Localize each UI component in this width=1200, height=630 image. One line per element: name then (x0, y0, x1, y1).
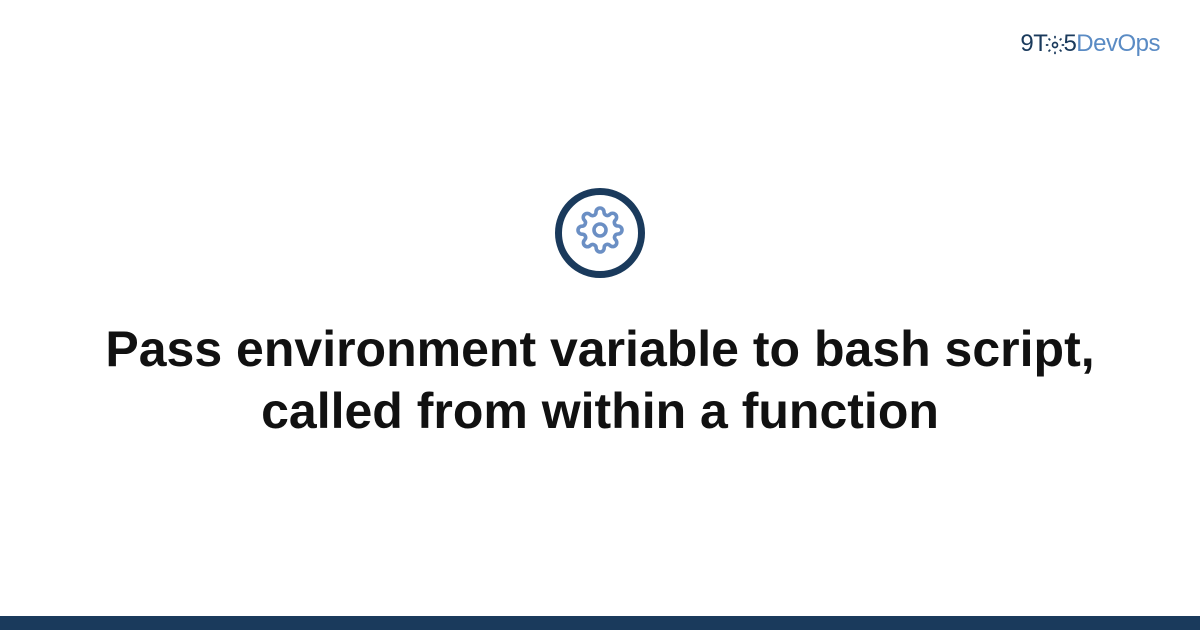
footer-accent-bar (0, 616, 1200, 630)
main-content: Pass environment variable to bash script… (0, 0, 1200, 630)
page-title: Pass environment variable to bash script… (100, 318, 1100, 443)
main-icon-container (555, 188, 645, 278)
gear-icon (576, 206, 624, 259)
